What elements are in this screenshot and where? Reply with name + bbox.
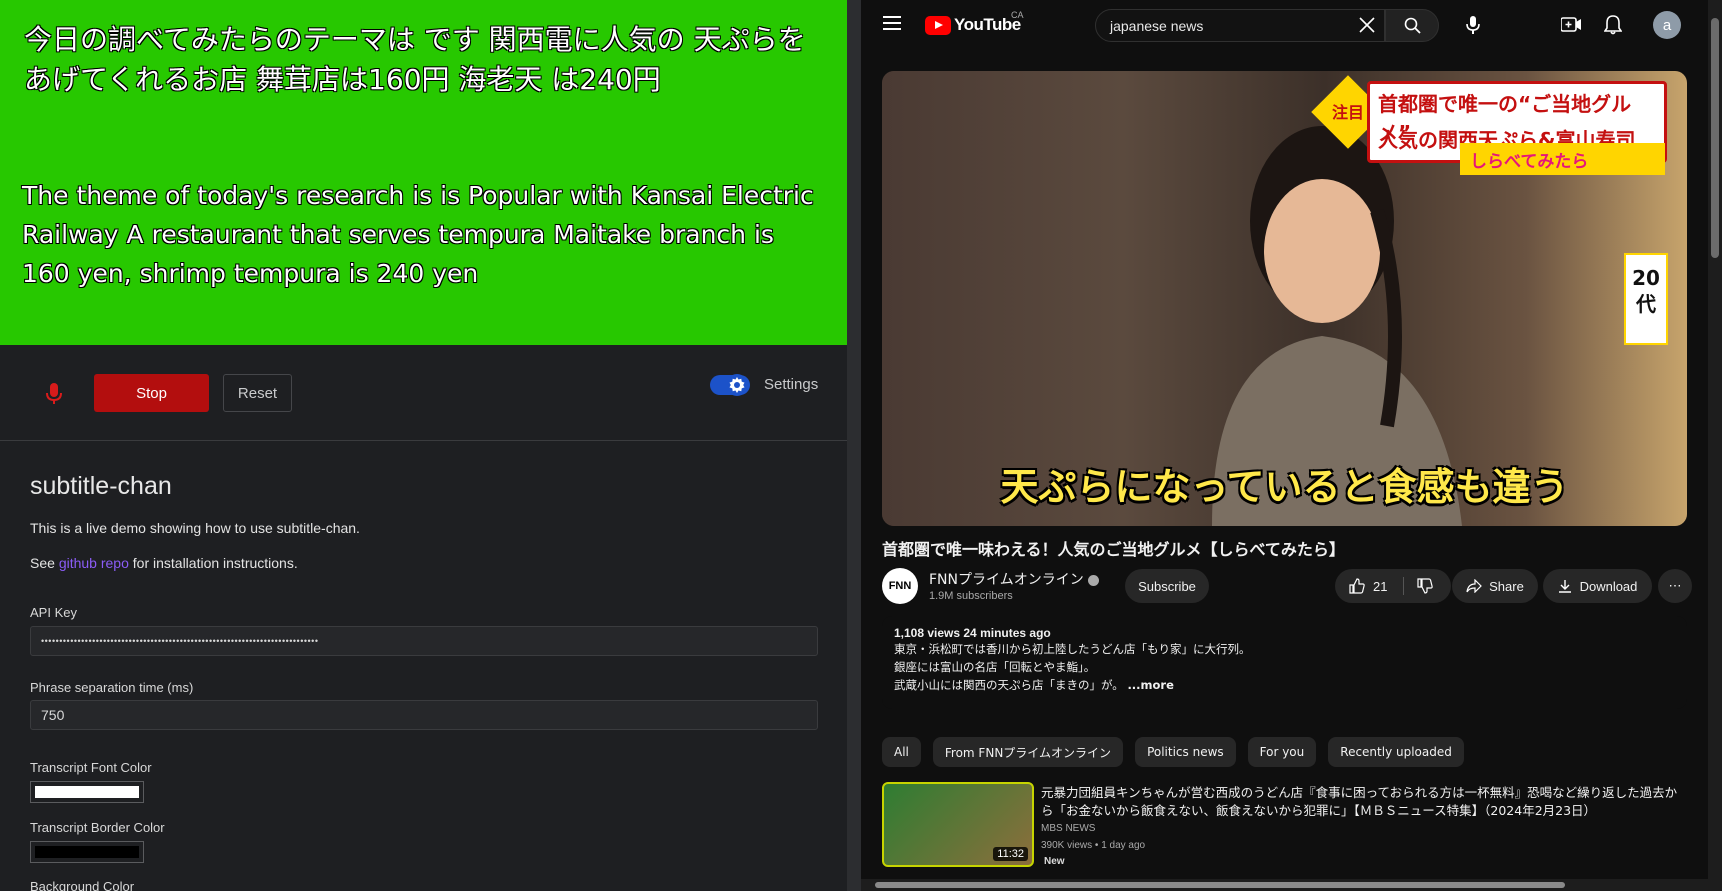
settings-toggle[interactable]: [710, 374, 750, 396]
avatar[interactable]: a: [1653, 11, 1681, 39]
app-description: This is a live demo showing how to use s…: [30, 520, 360, 536]
subtitle-chan-pane: 今日の調べてみたらのテーマは です 関西電に人気の 天ぷらをあげてくれるお店 舞…: [0, 0, 847, 891]
like-separator: [1403, 577, 1404, 595]
search-button[interactable]: [1385, 9, 1439, 42]
view-count-date: 1,108 views 24 minutes ago: [894, 626, 1051, 640]
caption-english: The theme of today's research is is Popu…: [22, 181, 814, 288]
screen: 今日の調べてみたらのテーマは です 関西電に人気の 天ぷらをあげてくれるお店 舞…: [0, 0, 1722, 891]
font-color-swatch: [35, 786, 139, 798]
search-input[interactable]: japanese news: [1095, 9, 1385, 42]
recommendation-title[interactable]: 元暴力団組員キンちゃんが営む西成のうどん店『食事に困っておられる方は一杯無料』恐…: [1041, 784, 1681, 820]
menu-icon[interactable]: [883, 16, 901, 30]
recommendation-channel[interactable]: MBS NEWS: [1041, 823, 1095, 834]
share-button[interactable]: Share: [1452, 569, 1538, 603]
border-color-picker[interactable]: [30, 841, 144, 863]
chip-politics-news[interactable]: Politics news: [1135, 737, 1236, 767]
phrase-time-field[interactable]: 750: [30, 700, 818, 730]
filter-chips: All From FNNプライムオンライン Politics news For …: [882, 737, 1464, 767]
scrollbar-thumb[interactable]: [875, 882, 1565, 888]
show-name-badge: しらべてみたら: [1460, 143, 1665, 175]
font-color-label: Transcript Font Color: [30, 760, 152, 775]
create-video-icon[interactable]: [1561, 16, 1581, 34]
show-more-link[interactable]: ...more: [1127, 678, 1173, 692]
scrollbar-thumb[interactable]: [1711, 18, 1719, 258]
stop-button[interactable]: Stop: [94, 374, 209, 412]
thumbs-up-icon[interactable]: [1349, 578, 1365, 594]
description-line-text: 武蔵小山には関西の天ぷら店「まきの」が。: [894, 678, 1124, 692]
voice-search-icon[interactable]: [1466, 16, 1480, 35]
like-dislike-group: 21: [1335, 569, 1451, 603]
share-label: Share: [1489, 578, 1524, 594]
border-color-swatch: [35, 846, 139, 858]
settings-form: subtitle-chan This is a live demo showin…: [0, 442, 847, 891]
chip-all[interactable]: All: [882, 737, 921, 767]
subscribe-button[interactable]: Subscribe: [1125, 569, 1209, 603]
channel-name-text: FNNプライムオンライン: [929, 572, 1084, 588]
video-player[interactable]: 注目 首都圏で唯一の“ご当地グルメ” 人気の関西天ぷら&富山寿司 しらべてみたら…: [882, 71, 1687, 526]
notifications-icon[interactable]: [1604, 15, 1622, 35]
like-count: 21: [1373, 578, 1388, 594]
new-badge: New: [1044, 856, 1065, 867]
video-subtitle: 天ぷらになっていると食感も違う: [1000, 465, 1569, 509]
search-icon: [1404, 17, 1421, 34]
description-line: 銀座には富山の名店「回転とやま鮨」。: [894, 660, 1096, 674]
border-color-label: Transcript Border Color: [30, 820, 165, 835]
pane-divider[interactable]: [847, 0, 861, 891]
verified-icon: [1087, 574, 1099, 586]
horizontal-scrollbar[interactable]: [861, 879, 1708, 891]
subscriber-count: 1.9M subscribers: [929, 590, 1013, 602]
youtube-pane: YouTube CA japanese news a 注目 首都圏で唯一の“ご当…: [861, 0, 1722, 891]
description-line: 東京・浜松町では香川から初上陸したうどん店「もり家」に大行列。: [894, 642, 1251, 656]
description-line: 武蔵小山には関西の天ぷら店「まきの」が。 ...more: [894, 676, 1675, 694]
youtube-play-icon: [925, 15, 951, 35]
settings-label: Settings: [764, 376, 819, 393]
api-key-label: API Key: [30, 605, 77, 620]
download-button[interactable]: Download: [1543, 569, 1652, 603]
video-duration: 11:32: [993, 847, 1028, 861]
vertical-scrollbar[interactable]: [1708, 0, 1722, 891]
close-icon[interactable]: [1358, 16, 1376, 34]
gear-icon: [726, 374, 748, 396]
country-code: CA: [1011, 10, 1024, 20]
chip-from-channel[interactable]: From FNNプライムオンライン: [932, 737, 1124, 767]
more-actions-button[interactable]: ⋯: [1658, 569, 1692, 603]
share-icon: [1466, 579, 1482, 593]
recommendation-thumbnail[interactable]: 11:32: [882, 782, 1034, 867]
github-repo-link[interactable]: github repo: [59, 555, 129, 571]
api-key-field[interactable]: ••••••••••••••••••••••••••••••••••••••••…: [30, 626, 818, 656]
chip-for-you[interactable]: For you: [1247, 737, 1317, 767]
reset-button[interactable]: Reset: [223, 374, 292, 412]
thumbs-down-icon[interactable]: [1417, 578, 1434, 594]
video-title: 首都圏で唯一味わえる！人気のご当地グルメ【しらべてみたら】: [882, 540, 1345, 559]
caption-japanese: 今日の調べてみたらのテーマは です 関西電に人気の 天ぷらをあげてくれるお店 舞…: [24, 23, 806, 96]
repo-note: See github repo for installation instruc…: [30, 555, 298, 571]
video-description[interactable]: 1,108 views 24 minutes ago 東京・浜松町では香川から初…: [882, 616, 1687, 709]
download-label: Download: [1579, 578, 1638, 594]
age-badge: 20代: [1624, 253, 1668, 345]
recommendation-meta: 390K views • 1 day ago: [1041, 840, 1146, 851]
background-color-label: Background Color: [30, 879, 135, 891]
control-bar: Stop Reset Settings: [0, 345, 847, 441]
download-icon: [1558, 580, 1571, 593]
microphone-icon[interactable]: [46, 383, 62, 405]
channel-name[interactable]: FNNプライムオンライン: [929, 569, 1099, 589]
youtube-header: YouTube CA japanese news a: [861, 0, 1722, 50]
phrase-time-label: Phrase separation time (ms): [30, 680, 194, 695]
repo-note-suffix: for installation instructions.: [128, 555, 298, 571]
font-color-picker[interactable]: [30, 781, 144, 803]
page-title: subtitle-chan: [30, 472, 172, 500]
youtube-logo[interactable]: YouTube: [925, 15, 1021, 35]
channel-avatar[interactable]: FNN: [882, 568, 918, 604]
chip-recently-uploaded[interactable]: Recently uploaded: [1328, 737, 1464, 767]
caption-display: 今日の調べてみたらのテーマは です 関西電に人気の 天ぷらをあげてくれるお店 舞…: [0, 0, 847, 345]
repo-note-prefix: See: [30, 555, 59, 571]
